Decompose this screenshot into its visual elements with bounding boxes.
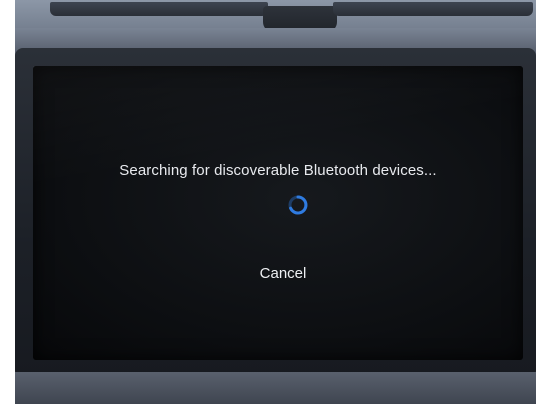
car-dashboard-photo: Searching for discoverable Bluetooth dev…	[15, 0, 536, 404]
bluetooth-search-message: Searching for discoverable Bluetooth dev…	[119, 162, 437, 179]
dashboard-trim-bottom	[15, 372, 536, 404]
air-vent-right	[333, 2, 533, 16]
cancel-button[interactable]: Cancel	[238, 262, 328, 286]
loading-spinner-icon	[288, 195, 308, 215]
air-vent-left	[50, 2, 268, 16]
infotainment-screen: Searching for discoverable Bluetooth dev…	[33, 66, 523, 360]
